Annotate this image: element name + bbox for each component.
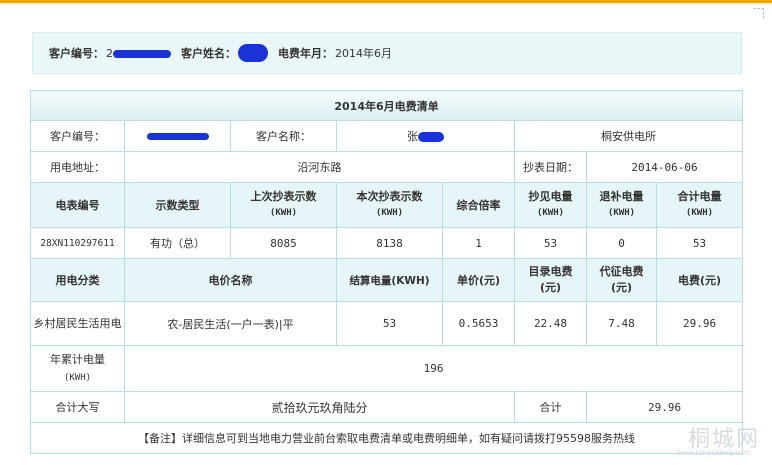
bill-note: 【备注】详细信息可到当地电力营业前台索取电费清单或电费明细单，如有疑问请拨打95… (29, 422, 744, 454)
customer-info-bar: 客户编号： 2 客户姓名： 电费年月： 2014年6月 (32, 32, 742, 74)
customer-name-value (238, 44, 268, 62)
col-last-reading: 上次抄表示数 (KWH) (230, 182, 337, 228)
catalog-fee: 22.48 (514, 301, 587, 346)
address-value: 沿河东路 (124, 151, 515, 183)
col-seen-usage: 抄见电量 (KWH) (514, 182, 587, 228)
col-current-reading-label: 本次抄表示数 (356, 190, 423, 203)
col-current-reading: 本次抄表示数 (KWH) (336, 182, 443, 228)
read-date-label: 抄表日期： (514, 151, 587, 183)
meter-no: 28XN110297611 (30, 227, 125, 259)
col-agency-fee-label: 代征电费 (599, 265, 644, 278)
customer-name-value: 张 (336, 120, 515, 152)
col-multiplier: 综合倍率 (442, 182, 515, 228)
annual-usage-label: 年累计电量 (KWH) (30, 345, 125, 392)
col-seen-usage-label: 抄见电量 (528, 190, 573, 203)
customer-name-label: 客户名称： (230, 120, 337, 152)
customer-no-value: 2 (106, 47, 171, 60)
watermark-url: www.tongcheng.com (676, 449, 750, 457)
col-last-reading-unit: (KWH) (269, 208, 298, 218)
col-refund-usage-unit: (KWH) (607, 208, 636, 218)
col-agency-fee: 代征电费 (元) (586, 258, 657, 302)
redaction-mask (418, 132, 444, 142)
total-upper-value: 贰拾玖元玖角陆分 (124, 391, 515, 423)
redaction-mask (146, 133, 209, 140)
bill-month-value: 2014年6月 (335, 47, 392, 60)
total-usage: 53 (655, 227, 744, 259)
col-catalog-fee-label: 目录电费 (528, 265, 573, 278)
col-fee: 电费(元) (655, 258, 744, 302)
top-accent-shadow (0, 3, 772, 6)
customer-no-label: 客户编号： (30, 120, 125, 152)
corner-marker (753, 8, 764, 19)
customer-no-value (124, 120, 231, 152)
col-category: 用电分类 (30, 258, 125, 302)
col-catalog-fee: 目录电费 (元) (514, 258, 587, 302)
bill-title: 2014年6月电费清单 (29, 90, 744, 121)
col-unit-price: 单价(元) (442, 258, 515, 302)
price-name: 农-居民生活(一户一表)|平 (124, 301, 337, 346)
annual-usage-unit: (KWH) (63, 372, 92, 383)
agency-fee: 7.48 (586, 301, 657, 346)
fee: 29.96 (655, 301, 744, 346)
total-label: 合计 (514, 391, 587, 423)
redaction-mask (238, 44, 268, 62)
settled-usage: 53 (336, 301, 443, 346)
col-refund-usage-label: 退补电量 (599, 190, 644, 203)
usage-category: 乡村居民生活用电 (30, 301, 125, 346)
annual-usage-label-text: 年累计电量 (50, 352, 105, 366)
col-total-usage-label: 合计电量 (677, 190, 722, 203)
bill-month-label: 电费年月： (278, 47, 333, 60)
customer-name-label: 客户姓名： (181, 47, 236, 60)
col-agency-fee-unit: (元) (610, 281, 633, 294)
col-price-name: 电价名称 (124, 258, 337, 302)
reading-type: 有功（总） (124, 227, 231, 259)
col-reading-type: 示数类型 (124, 182, 231, 228)
redaction-mask (113, 49, 171, 58)
seen-usage: 53 (514, 227, 587, 259)
customer-name-prefix: 张 (407, 130, 418, 143)
col-settled-usage: 结算电量(KWH) (336, 258, 443, 302)
total-value: 29.96 (585, 391, 744, 423)
customer-no-prefix: 2 (106, 46, 113, 60)
annual-usage-value: 196 (123, 345, 744, 392)
col-current-reading-unit: (KWH) (375, 208, 404, 218)
col-last-reading-label: 上次抄表示数 (250, 190, 317, 203)
read-date-value: 2014-06-06 (585, 151, 744, 183)
col-seen-usage-unit: (KWH) (536, 208, 565, 218)
col-total-usage: 合计电量 (KWH) (655, 182, 744, 228)
table-row: 28XN110297611 有功（总） 8085 8138 1 53 0 53 (30, 227, 744, 259)
current-reading: 8138 (336, 227, 443, 259)
electricity-bill-table: 2014年6月电费清单 客户编号： 客户名称： 张 桐安供电所 用电地址： 沿河… (29, 90, 744, 454)
address-label: 用电地址： (30, 151, 125, 183)
table-row: 乡村居民生活用电 农-居民生活(一户一表)|平 53 0.5653 22.48 … (30, 301, 744, 346)
col-catalog-fee-unit: (元) (539, 281, 562, 294)
multiplier: 1 (442, 227, 515, 259)
refund-usage: 0 (586, 227, 657, 259)
total-upper-label: 合计大写 (30, 391, 125, 423)
col-meter-no: 电表编号 (30, 182, 125, 228)
last-reading: 8085 (230, 227, 337, 259)
unit-price: 0.5653 (442, 301, 515, 346)
customer-no-label: 客户编号： (49, 47, 104, 60)
col-total-usage-unit: (KWH) (685, 208, 714, 218)
col-refund-usage: 退补电量 (KWH) (586, 182, 657, 228)
supply-office: 桐安供电所 (513, 120, 744, 152)
